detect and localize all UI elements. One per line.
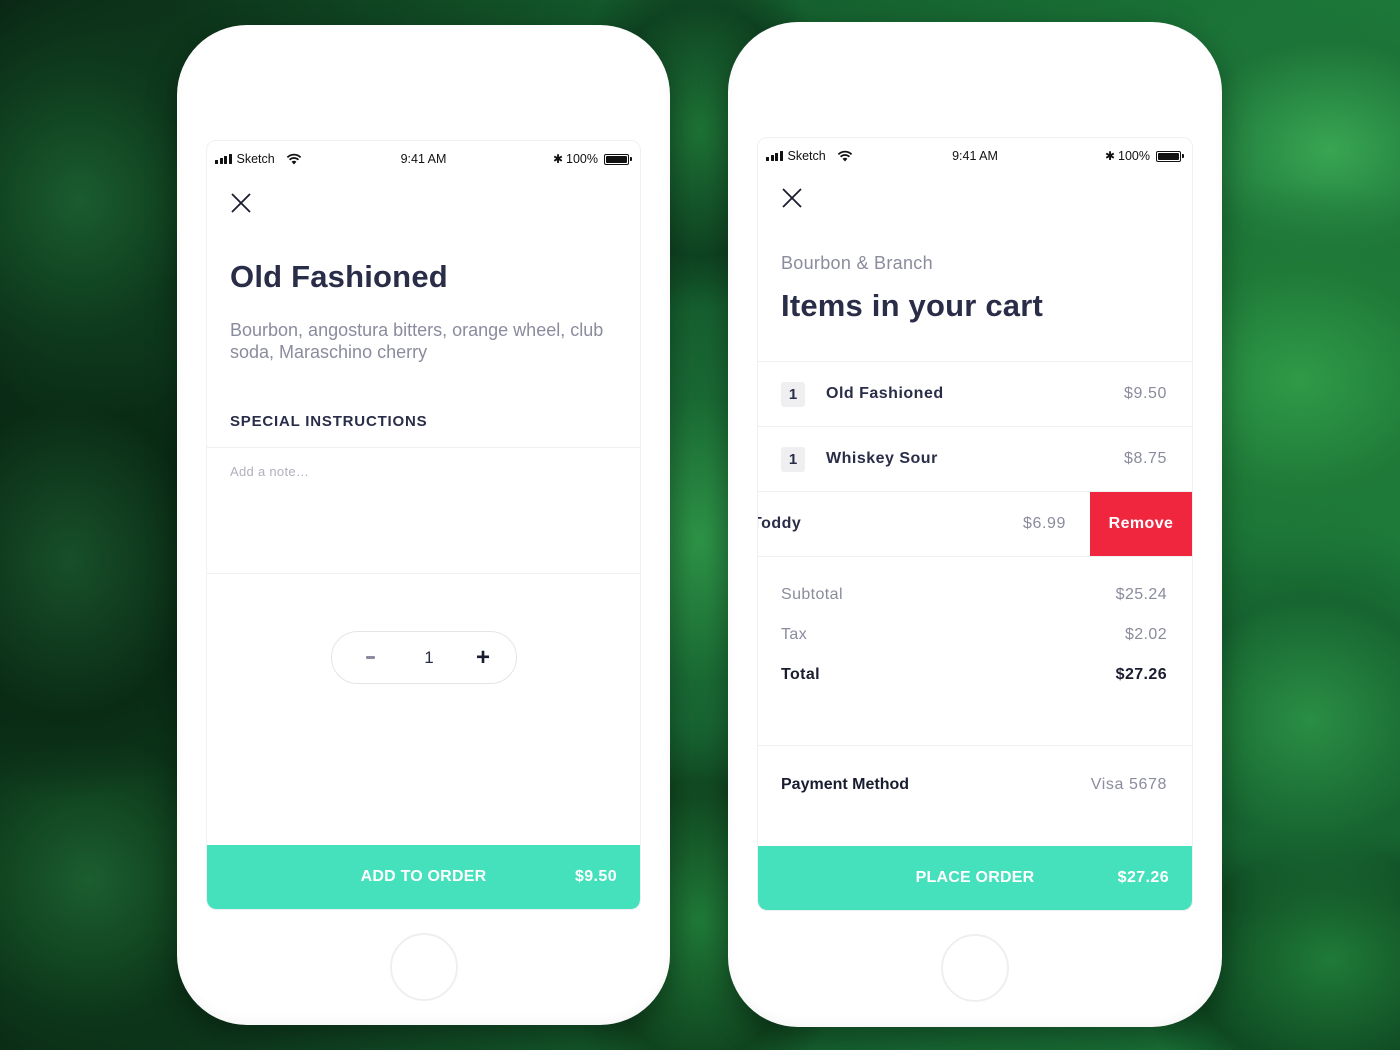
cart-screen: Sketch 9:41 AM ✱ 100% Bourbon & Branch I… <box>757 137 1193 911</box>
place-order-button[interactable]: PLACE ORDER $27.26 <box>758 846 1192 910</box>
close-icon[interactable] <box>780 186 804 210</box>
item-price: $9.50 <box>1123 385 1167 402</box>
payment-method-row[interactable]: Payment Method Visa 5678 <box>758 746 1192 846</box>
cart-item-row-swiped[interactable]: Toddy $6.99 Remove <box>758 492 1192 557</box>
cart-title: Items in your cart <box>781 288 1044 323</box>
subtotal-label: Subtotal <box>781 586 843 603</box>
quantity-value: 1 <box>424 647 434 667</box>
tax-label: Tax <box>781 626 808 643</box>
payment-method-label: Payment Method <box>781 776 910 793</box>
place-order-price: $27.26 <box>1117 869 1169 886</box>
battery-percent: 100% <box>1118 149 1150 163</box>
minus-icon <box>365 656 375 659</box>
increase-quantity-button[interactable]: + <box>476 645 490 670</box>
payment-method-value: Visa 5678 <box>1090 776 1167 793</box>
item-name: Old Fashioned <box>826 385 944 402</box>
total-label: Total <box>781 666 821 683</box>
divider <box>207 573 640 574</box>
subtotal-row: Subtotal $25.24 <box>781 586 1167 626</box>
bluetooth-icon: ✱ <box>1104 149 1116 163</box>
item-description: Bourbon, angostura bitters, orange wheel… <box>230 320 604 362</box>
remove-item-button[interactable]: Remove <box>1090 492 1192 556</box>
battery-icon <box>1156 150 1184 162</box>
item-quantity-badge: 1 <box>781 381 805 407</box>
venue-name: Bourbon & Branch <box>781 253 933 273</box>
cart-item-row[interactable]: 1 Old Fashioned $9.50 <box>758 362 1192 427</box>
battery-icon <box>604 153 632 165</box>
phone-frame-cart: Sketch 9:41 AM ✱ 100% Bourbon & Branch I… <box>728 22 1222 1027</box>
special-instructions-label: SPECIAL INSTRUCTIONS <box>230 413 428 430</box>
item-name: Toddy <box>758 515 802 532</box>
add-to-order-price: $9.50 <box>574 868 617 885</box>
cart-items-list: 1 Old Fashioned $9.50 1 Whiskey Sour $8.… <box>758 361 1192 557</box>
home-button[interactable] <box>389 933 458 1001</box>
quantity-stepper: 1 + <box>331 631 517 684</box>
item-name: Whiskey Sour <box>826 450 938 467</box>
total-value: $27.26 <box>1115 666 1167 683</box>
bluetooth-icon: ✱ <box>552 152 564 166</box>
phone-frame-item-detail: Sketch 9:41 AM ✱ 100% Old Fashioned Bour… <box>177 25 670 1025</box>
add-to-order-button[interactable]: ADD TO ORDER $9.50 <box>207 845 640 909</box>
tax-row: Tax $2.02 <box>781 626 1167 666</box>
close-icon[interactable] <box>229 191 253 215</box>
home-button[interactable] <box>941 934 1009 1002</box>
tax-value: $2.02 <box>1124 626 1167 643</box>
special-instructions-input[interactable] <box>207 448 640 572</box>
decrease-quantity-button[interactable] <box>358 646 382 670</box>
item-title: Old Fashioned <box>230 259 448 294</box>
order-summary: Subtotal $25.24 Tax $2.02 Total $27.26 <box>781 586 1167 706</box>
total-row: Total $27.26 <box>781 666 1167 706</box>
item-quantity-badge: 1 <box>781 446 805 472</box>
subtotal-value: $25.24 <box>1115 586 1167 603</box>
item-price: $6.99 <box>1022 515 1066 532</box>
cart-item-row[interactable]: 1 Whiskey Sour $8.75 <box>758 427 1192 492</box>
item-detail-screen: Sketch 9:41 AM ✱ 100% Old Fashioned Bour… <box>206 140 641 910</box>
item-price: $8.75 <box>1123 450 1167 467</box>
status-bar: Sketch 9:41 AM ✱ 100% <box>758 138 1192 174</box>
battery-percent: 100% <box>566 152 598 166</box>
status-bar: Sketch 9:41 AM ✱ 100% <box>207 141 640 177</box>
